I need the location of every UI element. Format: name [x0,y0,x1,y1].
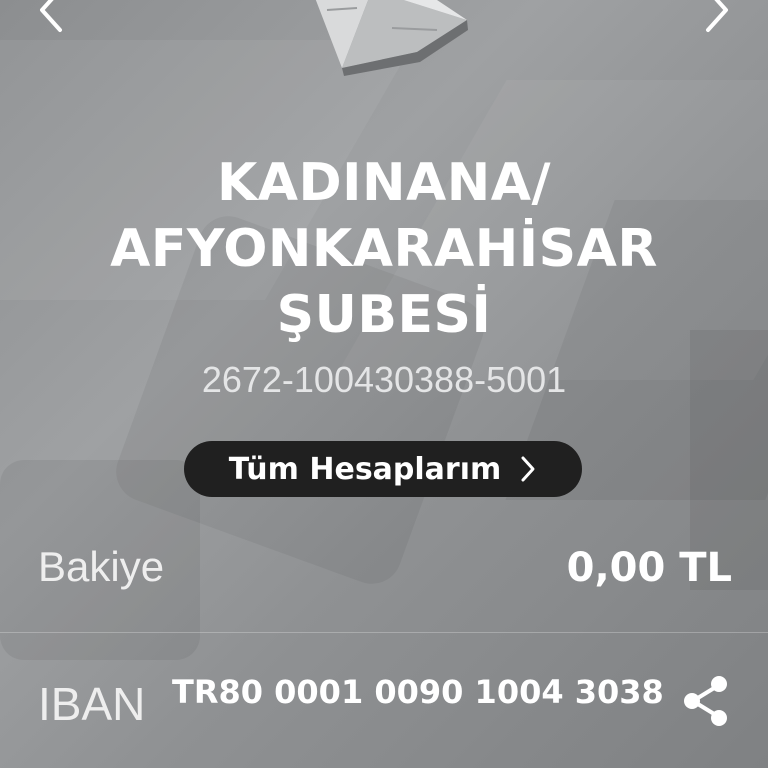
all-accounts-button[interactable]: Tüm Hesaplarım [184,441,582,497]
chevron-left-icon [40,0,62,32]
branch-name-line: AFYONKARAHİSAR [110,219,658,279]
branch-name-line: KADINANA/ [216,153,552,213]
balance-value: 0,00 TL [566,545,732,591]
iban-label: IBAN [38,678,146,730]
branch-name: KADINANA/ AFYONKARAHİSAR ŞUBESİ [0,150,768,348]
all-accounts-label: Tüm Hesaplarım [228,451,502,487]
divider [0,632,768,633]
account-detail-screen: KADINANA/ AFYONKARAHİSAR ŞUBESİ 2672-100… [0,0,768,768]
share-icon[interactable] [680,673,732,729]
balance-label: Bakiye [38,543,165,590]
balance-row: Bakiye 0,00 TL [38,535,732,605]
iban-value: TR80 0001 0090 1004 3038 [172,673,664,711]
iban-row: IBAN TR80 0001 0090 1004 3038 [38,665,738,745]
previous-account-button[interactable] [30,0,70,40]
account-number: 2672-100430388-5001 [201,359,567,400]
bank-card-brochure-icon [302,0,482,80]
branch-name-line: ŞUBESİ [276,285,492,345]
next-account-button[interactable] [698,0,738,40]
chevron-right-icon [706,0,728,32]
chevron-right-icon [521,456,535,482]
